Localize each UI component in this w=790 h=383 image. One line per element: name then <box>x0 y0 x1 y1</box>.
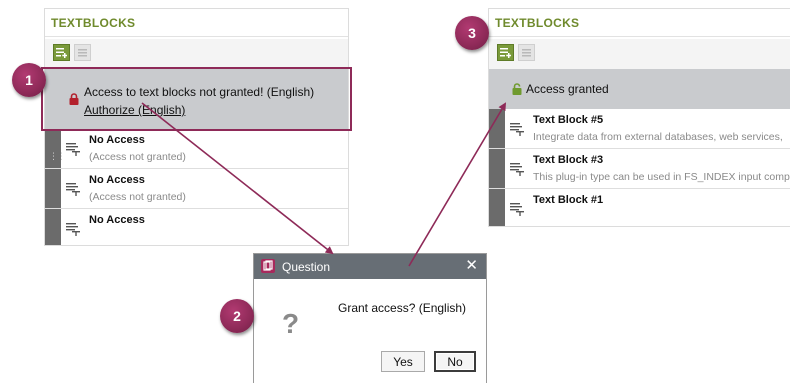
access-notice: Access granted <box>489 69 790 109</box>
list-item[interactable]: Text Block #1 <box>489 189 790 226</box>
textblock-list: Text Block #5 Integrate data from extern… <box>489 109 790 226</box>
dialog-message: Grant access? (English) <box>338 301 467 315</box>
item-subtitle: This plug-in type can be used in FS_INDE… <box>533 171 790 183</box>
textblock-icon <box>66 183 80 196</box>
item-title: No Access <box>89 134 145 146</box>
textblock-icon <box>66 223 80 236</box>
title-divider <box>489 36 790 37</box>
textblock-icon <box>510 123 524 136</box>
panel-title: TEXTBLOCKS <box>51 16 136 30</box>
access-granted-message: Access granted <box>526 82 609 96</box>
item-subtitle: (Access not granted) <box>89 151 186 163</box>
item-gutter <box>45 169 61 208</box>
textblock-icon <box>66 143 80 156</box>
drag-handle-icon[interactable]: ⋮⋮ <box>49 152 66 161</box>
list-item[interactable]: No Access (Access not granted) <box>45 169 348 209</box>
item-gutter <box>45 209 61 245</box>
step-badge-3: 3 <box>455 16 489 50</box>
add-textblock-icon[interactable] <box>497 44 514 61</box>
highlight-frame <box>41 67 352 131</box>
item-title: No Access <box>89 214 145 226</box>
item-gutter <box>489 189 505 226</box>
app-icon <box>261 259 275 273</box>
item-subtitle: Integrate data from external databases, … <box>533 131 783 143</box>
item-subtitle: (Access not granted) <box>89 191 186 203</box>
no-button[interactable]: No <box>434 351 476 372</box>
panel-title: TEXTBLOCKS <box>495 16 580 30</box>
item-title: Text Block #3 <box>533 154 604 166</box>
add-textblock-icon[interactable] <box>53 44 70 61</box>
textblocks-panel-granted: TEXTBLOCKS Access granted Text Block #5 … <box>488 8 790 227</box>
list-item[interactable]: No Access <box>45 209 348 245</box>
remove-textblock-icon[interactable] <box>518 44 535 61</box>
toolbar <box>45 39 348 69</box>
textblock-icon <box>510 203 524 216</box>
item-gutter <box>45 129 61 168</box>
question-dialog: Question ✕ ? Grant access? (English) Yes… <box>253 253 487 383</box>
question-icon: ? <box>282 308 300 339</box>
item-gutter <box>489 149 505 188</box>
yes-button[interactable]: Yes <box>381 351 425 372</box>
item-title: Text Block #5 <box>533 114 604 126</box>
list-item[interactable]: Text Block #3 This plug-in type can be u… <box>489 149 790 189</box>
toolbar <box>489 39 790 69</box>
item-title: Text Block #1 <box>533 194 604 206</box>
dialog-titlebar: Question ✕ <box>254 254 486 279</box>
step-badge-2: 2 <box>220 299 254 333</box>
remove-textblock-icon[interactable] <box>74 44 91 61</box>
textblock-list: ⋮⋮ No Access (Access not granted) No Acc… <box>45 129 348 245</box>
title-divider <box>45 36 348 37</box>
step-badge-1: 1 <box>12 63 46 97</box>
item-gutter <box>489 109 505 148</box>
item-title: No Access <box>89 174 145 186</box>
list-item[interactable]: ⋮⋮ No Access (Access not granted) <box>45 129 348 169</box>
lock-open-icon <box>512 83 522 95</box>
close-icon[interactable]: ✕ <box>465 257 478 275</box>
list-item[interactable]: Text Block #5 Integrate data from extern… <box>489 109 790 149</box>
textblock-icon <box>510 163 524 176</box>
dialog-title: Question <box>282 260 331 274</box>
